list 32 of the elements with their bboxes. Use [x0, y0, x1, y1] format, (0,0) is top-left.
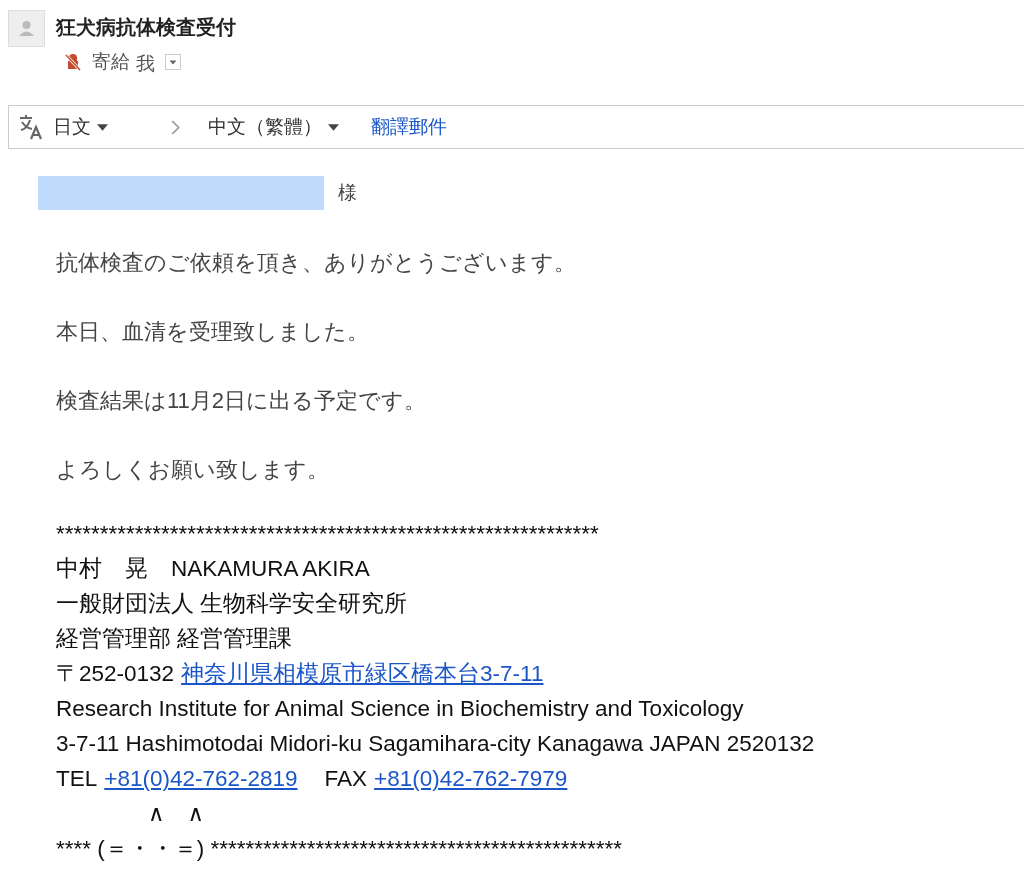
chevron-right-icon: [171, 119, 180, 135]
email-subject: 狂犬病抗体検査受付: [56, 15, 236, 40]
signature-text: **** (＝・・＝) ***********************************************: [56, 835, 623, 863]
translate-message-link[interactable]: 翻譯郵件: [371, 114, 447, 140]
signature-text: FAX: [324, 765, 368, 793]
avatar-icon: [8, 10, 45, 47]
message-paragraph: 本日、血清を受理致しました。: [56, 318, 370, 346]
caret-icon: [97, 123, 108, 131]
target-language-dropdown[interactable]: 中文（繁體）: [208, 114, 339, 140]
source-language-dropdown[interactable]: 日文: [53, 114, 163, 140]
muted-lock-icon: [64, 53, 82, 71]
signature-text: TEL: [56, 765, 98, 793]
salutation: 様: [338, 181, 357, 205]
to-label: 寄給: [92, 50, 130, 74]
signature-link[interactable]: 神奈川県相模原市緑区橋本台3-7-11: [181, 656, 544, 691]
signature-link[interactable]: +81(0)42-762-7979: [374, 761, 568, 796]
signature-text: 一般財団法人 生物科学安全研究所: [56, 590, 408, 618]
message-paragraph: 抗体検査のご依頼を頂き、ありがとうございます。: [56, 249, 577, 277]
translate-icon: [17, 113, 45, 141]
caret-icon: [328, 123, 339, 131]
signature-text: 3-7-11 Hashimotodai Midori-ku Sagamihara-city Kanagawa JAPAN 2520132: [56, 730, 815, 758]
signature-text: 〒252-0132: [56, 660, 175, 688]
signature-link[interactable]: +81(0)42-762-2819: [104, 761, 298, 796]
signature-text: **************************************************************: [56, 520, 599, 548]
signature-text: ∧ ∧: [147, 800, 204, 828]
signature-text: 中村 晃 NAKAMURA AKIRA: [56, 555, 370, 583]
signature-text: 経営管理部 経営管理課: [56, 625, 293, 653]
message-paragraph: よろしくお願い致します。: [56, 456, 330, 484]
dropdown-icon[interactable]: [165, 54, 181, 70]
recipient: 我: [136, 52, 155, 76]
message-paragraph: 検査結果は11月2日に出る予定です。: [56, 387, 428, 415]
signature-text: Research Institute for Animal Science in Biochemistry and Toxicology: [56, 695, 744, 723]
